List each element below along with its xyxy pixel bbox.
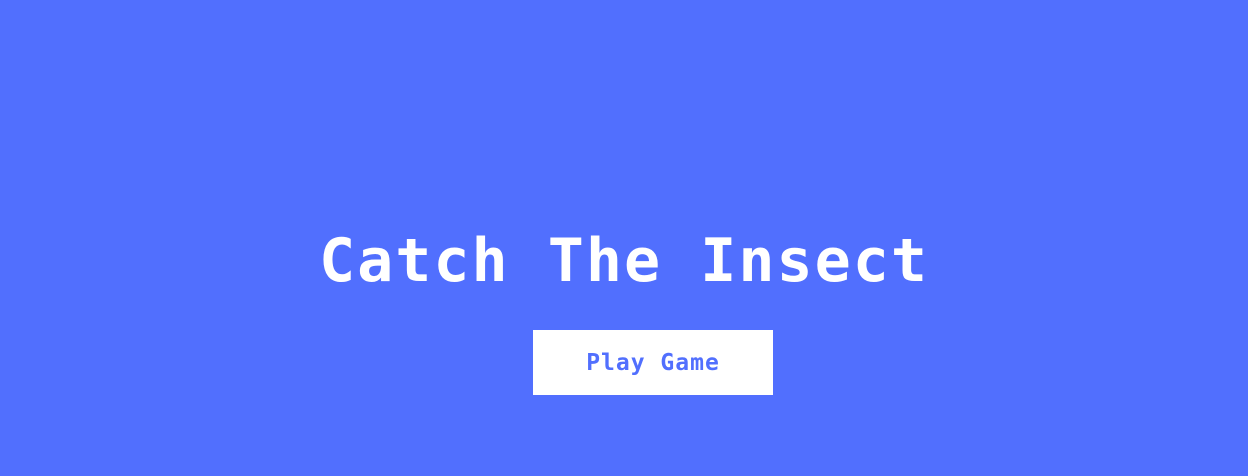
start-screen: Catch The Insect Play Game (0, 0, 1248, 476)
game-title: Catch The Insect (319, 226, 929, 296)
play-game-button[interactable]: Play Game (533, 330, 773, 395)
